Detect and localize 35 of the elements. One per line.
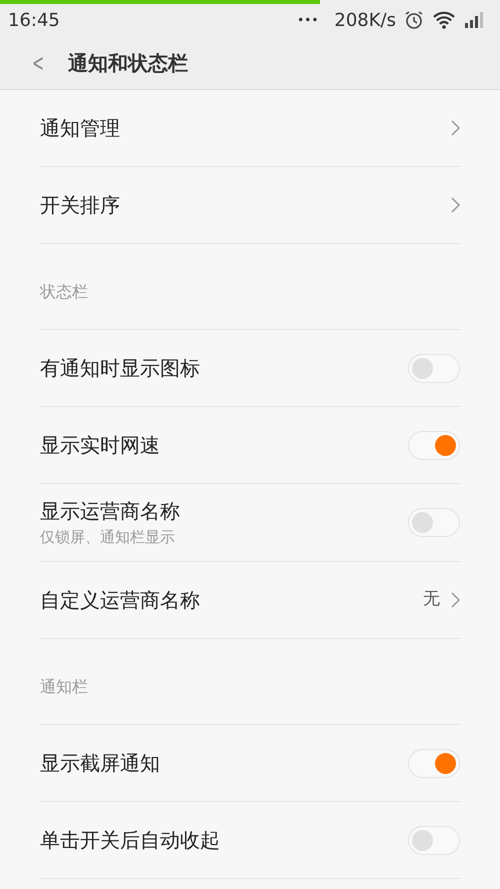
- chevron-right-icon: [450, 592, 460, 608]
- setting-label: 有通知时显示图标: [40, 355, 200, 382]
- setting-label: 显示运营商名称: [40, 498, 180, 526]
- settings-row[interactable]: 有通知时显示图标: [40, 330, 460, 407]
- page-title: 通知和状态栏: [68, 50, 188, 76]
- setting-description: 仅锁屏、通知栏显示: [40, 527, 176, 548]
- toggle-switch[interactable]: [408, 508, 460, 537]
- network-speed: 208K/s: [334, 8, 396, 32]
- setting-label: 显示实时网速: [40, 432, 160, 459]
- alarm-clock-icon: [404, 10, 424, 30]
- setting-value: 无: [423, 588, 440, 612]
- settings-row[interactable]: 自定义运营商名称 无: [40, 562, 460, 639]
- signal-icon: [464, 12, 484, 28]
- status-time: 16:45: [8, 8, 60, 32]
- setting-label: 自定义运营商名称: [40, 587, 200, 614]
- chevron-right-icon: [450, 197, 460, 213]
- toggle-switch[interactable]: [408, 748, 460, 778]
- setting-label: 显示截屏通知: [40, 750, 160, 777]
- notification-dots: •••: [297, 12, 318, 29]
- settings-row[interactable]: 显示运营商名称 仅锁屏、通知栏显示: [40, 484, 460, 562]
- settings-row[interactable]: 通知管理: [40, 90, 460, 167]
- settings-row[interactable]: 显示截屏通知: [40, 725, 460, 802]
- toggle-switch[interactable]: [408, 430, 460, 460]
- setting-label: 开关排序: [40, 192, 120, 219]
- settings-row[interactable]: 开关排序: [40, 167, 460, 244]
- settings-row[interactable]: 显示实时网速: [40, 407, 460, 484]
- toggle-switch[interactable]: [408, 826, 460, 854]
- setting-label: 单击开关后自动收起: [40, 827, 220, 854]
- wifi-icon: [432, 11, 456, 29]
- toggle-switch[interactable]: [408, 354, 460, 382]
- chevron-right-icon: [450, 120, 460, 136]
- section-header: 状态栏: [40, 244, 460, 330]
- section-header: 通知栏: [40, 639, 460, 725]
- setting-label: 通知管理: [40, 115, 120, 142]
- settings-row[interactable]: 单击开关后自动收起: [40, 802, 460, 879]
